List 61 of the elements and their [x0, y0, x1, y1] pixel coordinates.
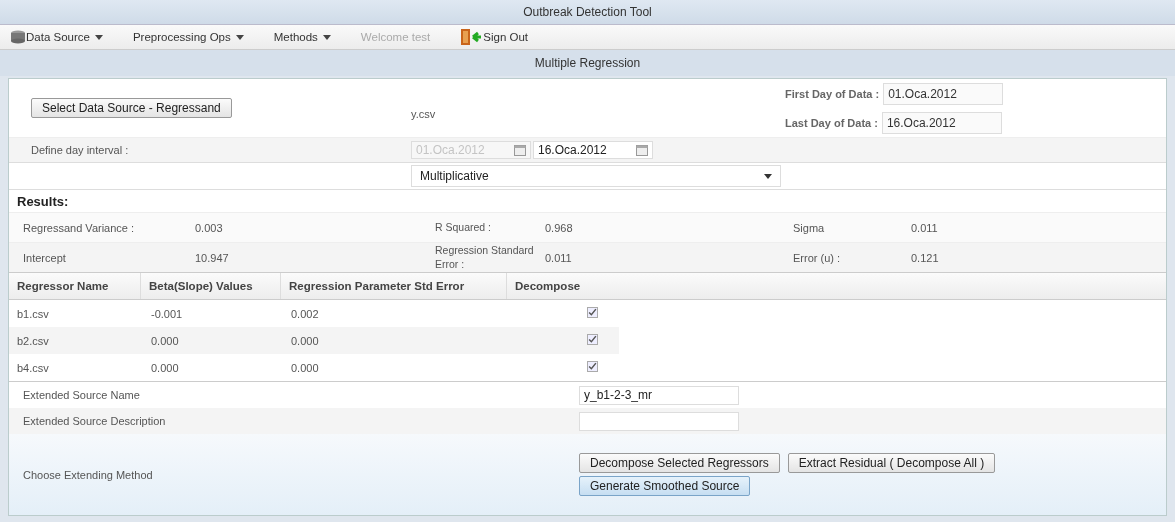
checkbox[interactable] — [587, 307, 598, 318]
stat-label: Sigma — [793, 221, 826, 234]
calendar-icon — [636, 144, 648, 156]
select-source-button[interactable]: Select Data Source - Regressand — [31, 98, 232, 118]
menu-item[interactable]: Data Source — [10, 30, 103, 44]
input-field[interactable] — [579, 411, 739, 431]
date-field: 01.Oca.2012 — [883, 82, 1004, 105]
stat-value: 0.121 — [911, 251, 940, 264]
field-label: First Day of Data : — [785, 87, 880, 100]
method-button[interactable]: Extract Residual ( Decompose All ) — [787, 453, 996, 473]
column-header: Decompose — [514, 279, 582, 294]
stat-value: 0.003 — [195, 221, 224, 234]
field-label: Define day interval : — [31, 144, 129, 156]
stat-label: Intercept — [23, 251, 67, 264]
column-header: Beta(Slope) Values — [141, 273, 281, 299]
sign-out-link[interactable]: Sign Out — [460, 29, 529, 45]
table-cell-text: b2.csv — [16, 334, 50, 347]
table-cell-text: 0.000 — [290, 361, 320, 374]
window-title: Outbreak Detection Tool — [523, 5, 652, 19]
column-header: Regression Parameter Std Error — [281, 273, 507, 299]
menu-item[interactable]: Methods — [273, 31, 331, 43]
column-header: Regressor Name — [9, 273, 141, 299]
calendar-icon — [514, 144, 526, 156]
table-cell-text: b1.csv — [16, 307, 50, 320]
checkbox[interactable] — [587, 361, 598, 372]
date-field: 16.Oca.2012 — [881, 111, 1002, 134]
stat-value: 10.947 — [195, 251, 230, 264]
table-cell-text: 0.002 — [290, 307, 320, 320]
field-label: Extended Source Description — [23, 415, 167, 427]
caret-icon — [764, 173, 772, 179]
panel-title: Multiple Regression — [534, 56, 641, 70]
database-icon — [10, 30, 26, 44]
file-name: y.csv — [411, 108, 436, 120]
method-button[interactable]: Generate Smoothed Source — [579, 476, 751, 496]
field-label: Choose Extending Method — [23, 468, 154, 481]
results-heading: Results: — [17, 193, 69, 209]
caret-icon — [322, 34, 331, 40]
input-field[interactable]: y_b1-2-3_mr — [579, 385, 739, 405]
table-cell-text: 0.000 — [150, 334, 180, 347]
door-exit-icon — [460, 29, 483, 45]
checkbox[interactable] — [587, 334, 598, 345]
stat-value: 0.968 — [545, 221, 574, 234]
welcome-text: Welcome test — [360, 31, 431, 43]
date-field[interactable]: 16.Oca.2012 — [533, 141, 653, 159]
caret-icon — [94, 34, 103, 40]
table-cell-text: b4.csv — [16, 361, 50, 374]
table-cell-text: 0.000 — [150, 361, 180, 374]
stat-label: Regressand Variance : — [23, 221, 136, 234]
table-cell-text: 0.000 — [290, 334, 320, 347]
stat-label: Error (u) : — [793, 251, 842, 264]
stat-label: R Squared : — [435, 220, 493, 235]
stat-value: 0.011 — [911, 221, 939, 234]
table-cell-text: -0.001 — [150, 307, 184, 320]
field-label: Last Day of Data : — [785, 116, 878, 129]
field-label: Extended Source Name — [23, 389, 141, 401]
stat-label: Regression Standard Error : — [435, 244, 535, 271]
menu-item[interactable]: Preprocessing Ops — [132, 31, 244, 43]
caret-icon — [235, 34, 244, 40]
method-button[interactable]: Decompose Selected Regressors — [579, 453, 780, 473]
method-dropdown[interactable]: Multiplicative — [411, 165, 781, 187]
stat-value: 0.011 — [545, 251, 573, 264]
